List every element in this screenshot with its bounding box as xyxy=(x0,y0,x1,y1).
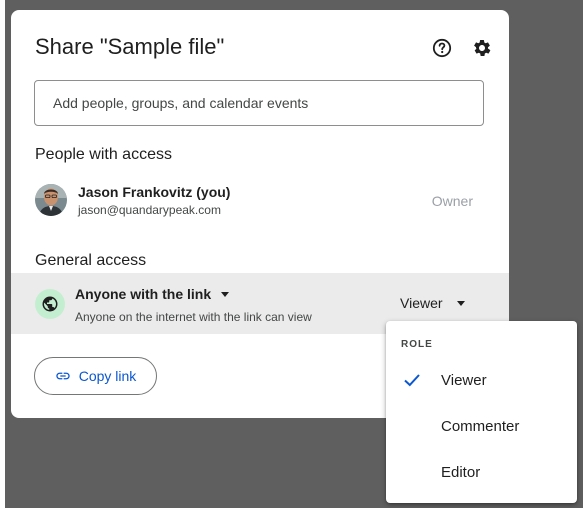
access-level-dropdown[interactable]: Anyone with the link xyxy=(75,286,230,302)
role-menu: ROLE Viewer Commenter Editor xyxy=(386,321,577,503)
people-with-access-heading: People with access xyxy=(35,146,172,163)
chevron-down-icon xyxy=(456,300,465,306)
add-people-input[interactable] xyxy=(34,80,484,126)
role-dropdown-label: Viewer xyxy=(400,295,443,311)
chevron-down-icon xyxy=(221,291,230,297)
avatar xyxy=(35,184,67,216)
settings-button[interactable] xyxy=(470,36,494,60)
help-button[interactable] xyxy=(430,36,454,60)
copy-link-label: Copy link xyxy=(78,368,137,384)
role-option-commenter[interactable]: Commenter xyxy=(386,403,577,449)
general-access-heading: General access xyxy=(35,252,147,269)
role-menu-header: ROLE xyxy=(401,339,433,350)
check-icon xyxy=(404,374,420,387)
globe-icon xyxy=(35,289,65,319)
person-email: jason@quandarypeak.com xyxy=(78,203,221,217)
link-icon xyxy=(56,372,70,380)
role-option-label: Viewer xyxy=(441,371,487,389)
role-dropdown[interactable]: Viewer xyxy=(400,295,465,311)
access-description: Anyone on the internet with the link can… xyxy=(75,310,312,324)
role-option-label: Commenter xyxy=(441,417,520,435)
person-name: Jason Frankovitz (you) xyxy=(78,184,231,200)
role-option-viewer[interactable]: Viewer xyxy=(386,357,577,403)
gear-icon xyxy=(473,39,491,56)
help-circle-icon xyxy=(432,38,452,58)
role-option-editor[interactable]: Editor xyxy=(386,449,577,495)
role-option-label: Editor xyxy=(441,463,481,481)
owner-role-label: Owner xyxy=(431,193,473,209)
copy-link-button[interactable]: Copy link xyxy=(34,357,157,395)
dialog-title: Share "Sample file" xyxy=(35,34,225,59)
access-level-label: Anyone with the link xyxy=(75,286,212,302)
